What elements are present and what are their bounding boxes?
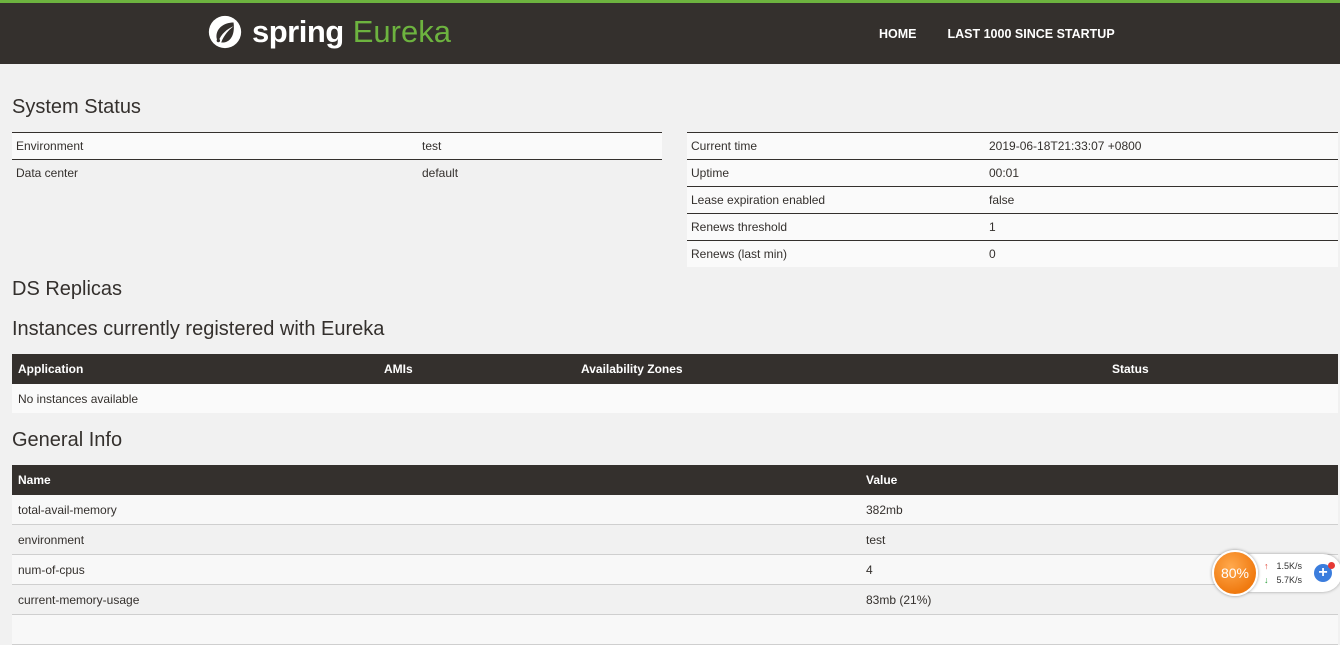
table-row: Renews threshold 1 xyxy=(687,213,1338,241)
table-row: Current time 2019-06-18T21:33:07 +0800 xyxy=(687,132,1338,160)
status-value: 2019-06-18T21:33:07 +0800 xyxy=(985,132,1338,160)
column-header-availability-zones: Availability Zones xyxy=(575,354,1106,384)
status-value: test xyxy=(418,132,662,160)
table-row: Renews (last min) 0 xyxy=(687,240,1338,267)
general-info-table: Name Value total-avail-memory 382mb envi… xyxy=(12,465,1338,645)
top-navbar: spring Eureka HOME LAST 1000 SINCE START… xyxy=(0,0,1340,64)
status-key: Data center xyxy=(12,159,418,186)
status-key: Lease expiration enabled xyxy=(687,186,985,214)
status-value: false xyxy=(985,186,1338,214)
info-name: num-of-cpus xyxy=(12,554,860,585)
status-value: 1 xyxy=(985,213,1338,241)
memory-percent: 80% xyxy=(1220,565,1250,581)
brand-spring-text: spring xyxy=(252,14,344,49)
no-instances-message: No instances available xyxy=(12,384,1338,413)
info-name: total-avail-memory xyxy=(12,495,860,525)
status-value: 0 xyxy=(985,240,1338,267)
column-header-name: Name xyxy=(12,465,860,495)
nav-home-link[interactable]: HOME xyxy=(879,27,917,41)
upload-arrow-icon: ↑ xyxy=(1264,561,1269,571)
instances-table: Application AMIs Availability Zones Stat… xyxy=(12,354,1338,413)
table-row: num-of-cpus 4 xyxy=(12,554,1338,585)
system-status-heading: System Status xyxy=(12,96,141,118)
download-rate: 5.7K/s xyxy=(1276,575,1303,585)
column-header-amis: AMIs xyxy=(378,354,575,384)
memory-percent-ball[interactable]: 80% xyxy=(1212,550,1258,596)
brand-eureka-text: Eureka xyxy=(352,14,451,49)
table-row: total-avail-memory 382mb xyxy=(12,495,1338,525)
notification-dot-icon xyxy=(1328,562,1335,569)
status-key: Environment xyxy=(12,132,418,160)
info-value: 382mb xyxy=(860,495,1338,525)
info-name: current-memory-usage xyxy=(12,584,860,615)
table-row: Data center default xyxy=(12,159,662,186)
table-header-row: Name Value xyxy=(12,465,1338,495)
status-key: Current time xyxy=(687,132,985,160)
info-value xyxy=(860,614,1338,645)
column-header-value: Value xyxy=(860,465,1338,495)
status-key: Renews (last min) xyxy=(687,240,985,267)
column-header-application: Application xyxy=(12,354,378,384)
ds-replicas-heading: DS Replicas xyxy=(12,278,123,300)
download-row: ↓ 5.7K/s xyxy=(1264,573,1302,587)
main-nav: HOME LAST 1000 SINCE STARTUP xyxy=(879,3,1146,64)
upload-row: ↑ 1.5K/s xyxy=(1264,559,1302,573)
rates: ↑ 1.5K/s ↓ 5.7K/s xyxy=(1264,559,1302,587)
info-name xyxy=(12,614,860,645)
table-row: No instances available xyxy=(12,384,1338,413)
spring-leaf-icon xyxy=(208,15,242,49)
table-row: Environment test xyxy=(12,132,662,160)
table-header-row: Application AMIs Availability Zones Stat… xyxy=(12,354,1338,384)
nav-last-1000-link[interactable]: LAST 1000 SINCE STARTUP xyxy=(948,27,1115,41)
column-header-status: Status xyxy=(1106,354,1338,384)
download-arrow-icon: ↓ xyxy=(1264,575,1269,585)
table-row: Uptime 00:01 xyxy=(687,159,1338,187)
info-name: environment xyxy=(12,524,860,555)
spring-eureka-logo[interactable]: spring Eureka xyxy=(206,12,451,52)
status-key: Renews threshold xyxy=(687,213,985,241)
table-row: current-memory-usage 83mb (21%) xyxy=(12,584,1338,615)
status-value: default xyxy=(418,159,662,186)
network-speed-widget[interactable]: 80% ↑ 1.5K/s ↓ 5.7K/s + xyxy=(1212,550,1340,596)
general-info-heading: General Info xyxy=(12,429,123,451)
instances-heading: Instances currently registered with Eure… xyxy=(12,318,385,340)
table-row: environment test xyxy=(12,524,1338,555)
table-row: Lease expiration enabled false xyxy=(687,186,1338,214)
status-key: Uptime xyxy=(687,159,985,187)
status-value: 00:01 xyxy=(985,159,1338,187)
table-row xyxy=(12,614,1338,645)
upload-rate: 1.5K/s xyxy=(1276,561,1303,571)
system-status-left-table: Environment test Data center default xyxy=(12,132,662,186)
system-status-right-table: Current time 2019-06-18T21:33:07 +0800 U… xyxy=(687,132,1338,267)
